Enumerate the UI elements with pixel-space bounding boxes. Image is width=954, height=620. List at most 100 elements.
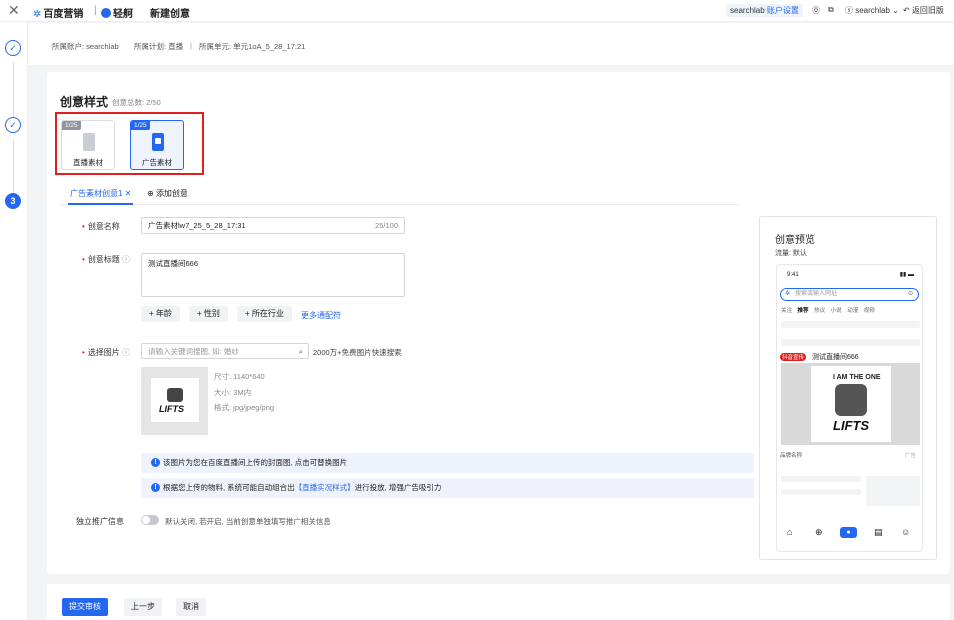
promo-toggle[interactable] [141,515,159,525]
note1-text: 该图片为您在百度直播间上传的封面图, 点击可替换图片 [163,458,348,467]
phone-search-box: 搜索或输入网址 ✲ ⊙ [780,288,919,301]
tshirt-image: LIFTS [151,378,199,422]
section-title: 创意样式 [60,95,109,109]
camera-icon: ⊙ [907,291,913,297]
ad-tag: 抖音宣传 [780,353,807,361]
selected-image-thumbnail[interactable]: LIFTS [141,367,208,435]
baidu-logo: ✲ 百度营销 [33,9,84,20]
phone-nav-item: 关注 [781,308,793,314]
shirt-text: LIFTS [159,404,184,414]
title-textarea[interactable]: 测试直播间666 [141,253,405,297]
wildcard-age-button[interactable]: + 年龄 [141,306,180,322]
live-style-link[interactable]: 【直播实况样式】 [295,483,355,492]
help-icon[interactable]: ⓪ [812,5,820,16]
account-settings-link[interactable]: 账户设置 [767,6,799,15]
qingge-logo: 轻舸 [101,5,133,20]
phone-time: 9:41 [787,272,799,278]
placeholder-bar [781,476,861,482]
placeholder-bar [781,339,920,346]
placeholder-box [866,476,920,506]
info-icon: ! [151,483,160,492]
creative-tabs: 广告素材创意1 ✕ ⊕ 添加创意 [60,185,740,205]
promo-hint: 默认关闭, 若开启, 当前创意单独填写推广相关信息 [165,517,331,526]
mic-icon: ● [840,527,857,538]
image-search-placeholder: 请输入关键词搜图, 如: 婚纱 [148,347,239,356]
wildcard-industry-button[interactable]: + 所在行业 [237,306,292,322]
divider: | [94,5,97,16]
image-size: 尺寸: 1140*640 [214,372,265,381]
copy-icon[interactable]: ⧉ [828,5,834,15]
crumb-account: 所属账户: searchlab [52,42,119,51]
brand-name: 品牌名称 [780,453,803,459]
highlight-box [55,112,204,175]
title-label-text: 创意标题 [87,255,120,264]
info-note-live-style: ! 根据您上传的物料, 系统可能自动组合出【直播实况样式】进行投放, 增强广告吸引… [141,478,754,498]
top-bar: ✕ ✲ 百度营销 | 轻舸 新建创意 searchlab 账户设置 ⓪ ⧉ ⓢ s… [0,0,954,22]
crumb-sep: | [190,41,192,50]
title-label: • 创意标题 ⓘ [82,255,131,264]
info-note-cover: ! 该图片为您在百度直播间上传的封面图, 点击可替换图片 [141,453,754,473]
placeholder-bar [781,321,920,328]
placeholder-bar [781,489,861,495]
product-name: 轻舸 [113,9,133,20]
phone-nav-item: 动漫 [847,308,859,314]
back-old-label: 返回旧版 [911,6,944,15]
signal-icon: ▮▮ ▬ [899,272,914,278]
help-circle-icon[interactable]: ⓘ [122,255,130,264]
submit-button[interactable]: 提交审核 [62,598,108,616]
title-value: 测试直播间666 [148,259,199,268]
promo-label: 独立推广信息 [76,517,124,526]
home-icon: ⌂ [787,527,793,537]
name-value: 广告素材lw7_25_5_28_17:31 [148,221,246,230]
image-search-hint: 2000万+免费图片快速搜索 [313,348,402,357]
step-sidebar [0,22,28,620]
user-menu[interactable]: ⓢ searchlab ⌄ [845,5,899,16]
prev-step-button[interactable]: 上一步 [124,598,162,616]
step-3[interactable]: 3 [5,193,21,209]
ad-image: I AM THE ONE LIFTS [781,363,920,445]
phone-nav-item: 热议 [814,308,826,314]
image-format: 格式: jpg/jpeg/png [214,403,275,412]
note2-post: 进行投放, 增强广告吸引力 [354,483,442,492]
shirt-graphic [167,388,183,402]
help-circle-icon[interactable]: ⓘ [122,348,130,357]
cancel-button[interactable]: 取消 [176,598,206,616]
ad-label: 广告 [904,453,916,459]
note2-pre: 根据您上传的物料, 系统可能自动组合出 [163,483,295,492]
close-icon[interactable]: ✕ [8,3,20,17]
baidu-paw-icon: ✲ [785,291,791,297]
phone-nav-item: 推荐 [797,308,809,314]
crumb-unit: 所属单元: 单元1oA_5_28_17:21 [199,42,306,51]
step-line [13,62,14,121]
brand-name: 百度营销 [43,9,84,20]
user-name: searchlab [855,6,890,15]
shirt-text: I AM THE ONE [833,374,881,381]
plus-icon: ⊕ [815,527,823,537]
name-counter: 25/100 [375,221,398,230]
step-line [13,140,14,195]
shirt-text: LIFTS [833,418,870,433]
step-2-check-icon[interactable]: ✓ [5,117,21,133]
add-creative-button[interactable]: ⊕ 添加创意 [147,188,188,199]
account-chip: searchlab 账户设置 [726,4,803,17]
wildcard-gender-button[interactable]: + 性别 [189,306,228,322]
tab-ad-creative-1[interactable]: 广告素材创意1 ✕ [67,188,134,205]
creative-count: 创意总数: 2/50 [112,98,161,107]
name-input[interactable]: 广告素材lw7_25_5_28_17:31 25/100 [141,217,405,234]
phone-nav: 关注 推荐 热议 小说 动漫 视频 [781,306,875,314]
phone-nav-item: 视频 [863,308,875,314]
image-label-text: 选择图片 [87,348,120,357]
more-wildcards-link[interactable]: 更多通配符 [301,310,341,321]
step-1-check-icon[interactable]: ✓ [5,40,21,56]
preview-title: 创意预览 [775,235,815,246]
tabs-icon: ▤ [874,527,883,537]
breadcrumb: 所属账户: searchlab 所属计划: 直播 | 所属单元: 单元1oA_5… [28,23,954,65]
back-old-link[interactable]: ↶ 返回旧版 [903,5,944,16]
ad-title: 测试直播间666 [812,354,859,361]
tshirt-image: I AM THE ONE LIFTS [811,366,891,442]
phone-preview: 9:41 ▮▮ ▬ 搜索或输入网址 ✲ ⊙ 关注 推荐 热议 小说 动漫 视频 抖音… [776,264,923,552]
phone-search-placeholder: 搜索或输入网址 [795,291,838,297]
image-search-input[interactable]: 请输入关键词搜图, 如: 婚纱 ⌕ [141,343,309,359]
search-icon[interactable]: ⌕ [299,344,303,359]
name-label-text: 创意名称 [87,222,120,231]
